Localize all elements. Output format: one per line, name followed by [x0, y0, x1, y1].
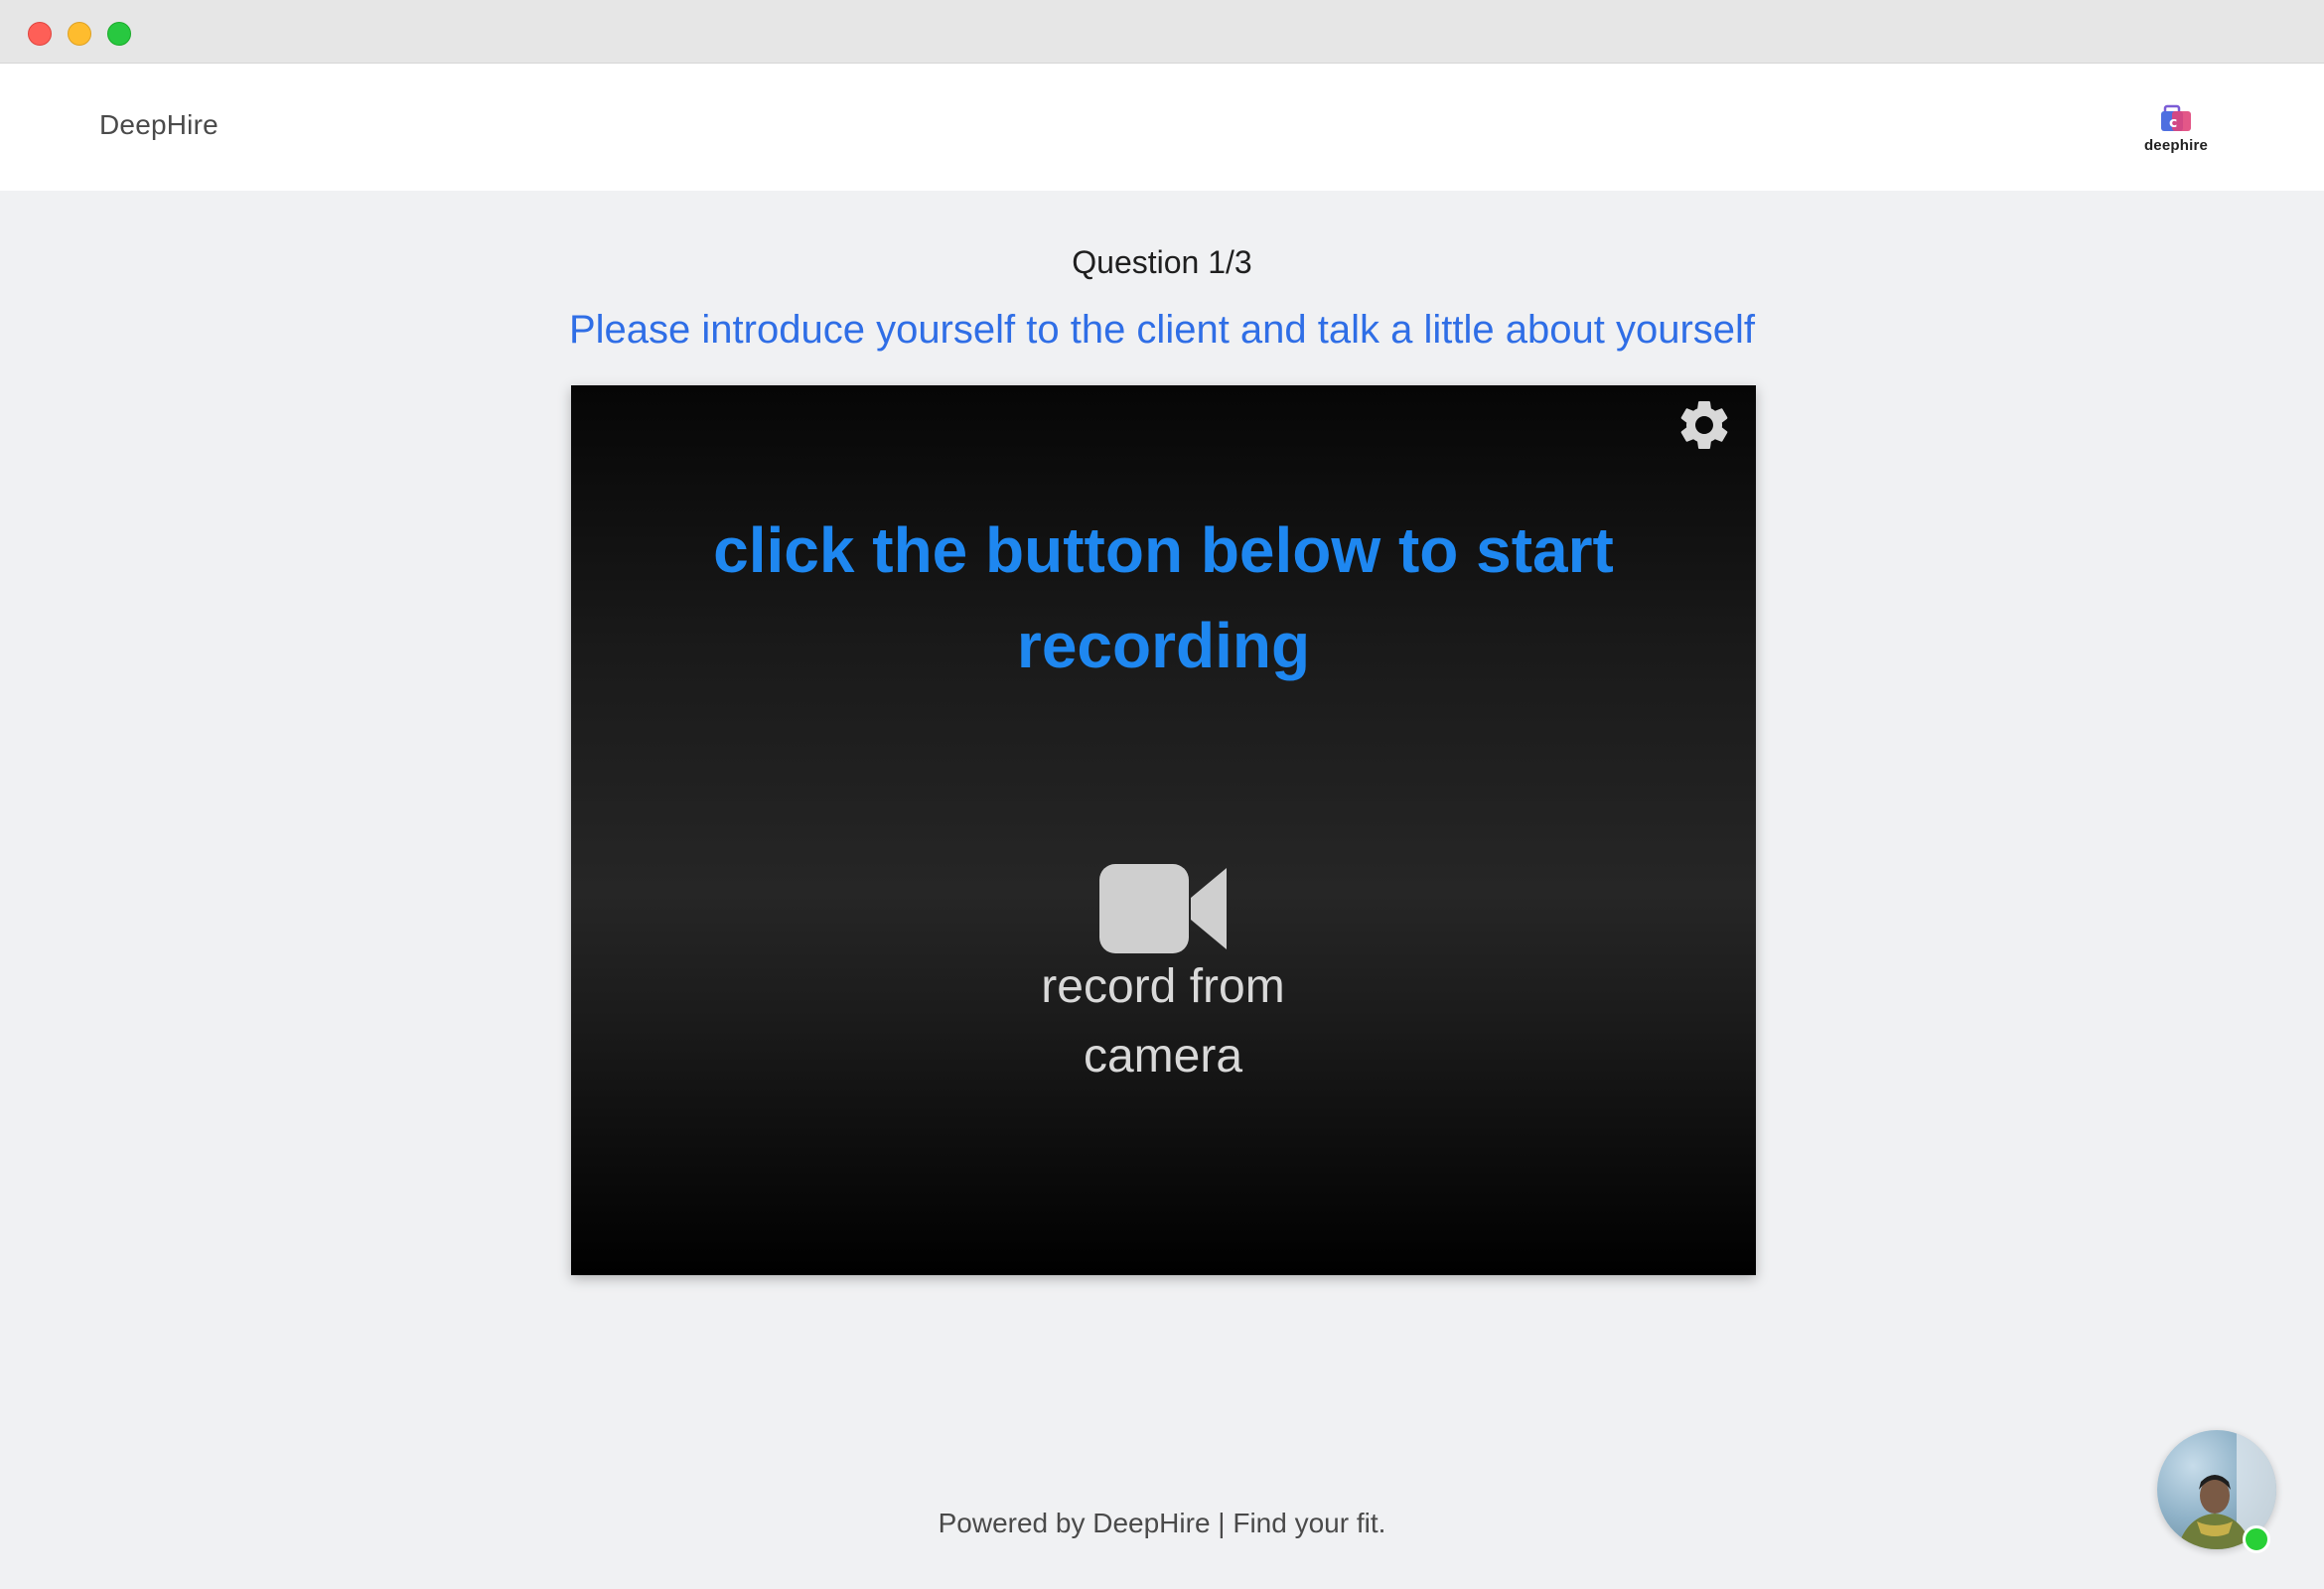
close-window-button[interactable]: [28, 22, 52, 46]
recording-instruction: click the button below to start recordin…: [713, 514, 1614, 681]
footer-text: Powered by DeepHire | Find your fit.: [938, 1508, 1386, 1538]
logo-text: deephire: [2143, 137, 2209, 154]
brand-name[interactable]: DeepHire: [99, 109, 218, 141]
deephire-logo[interactable]: c deephire: [2141, 103, 2211, 154]
record-label-line1: record from: [1041, 960, 1285, 1013]
question-prompt: Please introduce yourself to the client …: [568, 308, 1756, 352]
record-from-camera-button[interactable]: record from camera: [1014, 862, 1312, 1083]
svg-text:c: c: [2169, 115, 2177, 131]
settings-button[interactable]: [1674, 395, 1734, 455]
deephire-logo-icon: c: [2161, 104, 2191, 131]
window-titlebar: [0, 0, 2324, 64]
online-status-indicator: [2243, 1525, 2270, 1553]
record-label-line2: camera: [1083, 1030, 1243, 1083]
maximize-window-button[interactable]: [107, 22, 131, 46]
gear-icon: [1680, 401, 1728, 449]
minimize-window-button[interactable]: [68, 22, 91, 46]
question-counter: Question 1/3: [1072, 244, 1252, 280]
app-header: DeepHire c deephire: [0, 64, 2324, 191]
video-recorder: click the button below to start recordin…: [571, 385, 1756, 1275]
app-window: DeepHire c deephire Question 1/3 Please …: [0, 0, 2324, 1589]
video-camera-icon: [1099, 864, 1227, 953]
